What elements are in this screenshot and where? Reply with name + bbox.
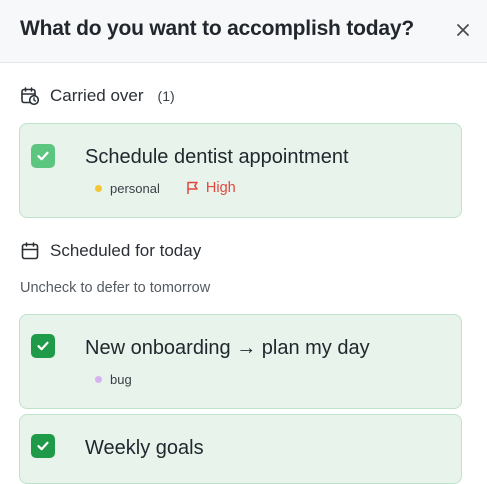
calendar-clock-icon bbox=[21, 87, 40, 106]
calendar-icon bbox=[21, 242, 39, 260]
checkmark-icon bbox=[37, 151, 49, 161]
section-count: (1) bbox=[157, 88, 175, 104]
task-card[interactable]: Schedule dentist appointment personal Hi… bbox=[19, 123, 462, 218]
tag-dot bbox=[95, 376, 102, 383]
task-card[interactable]: New onboarding → plan my day bug bbox=[19, 314, 462, 409]
task-checkbox[interactable] bbox=[31, 144, 55, 168]
task-checkbox[interactable] bbox=[31, 434, 55, 458]
section-label: Carried over bbox=[50, 86, 144, 105]
task-title: Schedule dentist appointment bbox=[85, 146, 349, 168]
defer-hint: Uncheck to defer to tomorrow bbox=[20, 280, 211, 296]
tag-personal: personal bbox=[95, 181, 160, 196]
close-icon bbox=[457, 24, 469, 36]
task-tags: bug bbox=[95, 372, 132, 387]
close-button[interactable] bbox=[455, 22, 471, 38]
task-title: New onboarding → plan my day bbox=[85, 337, 370, 359]
flag-icon bbox=[187, 181, 198, 194]
tag-label: personal bbox=[110, 180, 160, 196]
dialog-title: What do you want to accomplish today? bbox=[20, 17, 414, 40]
task-card[interactable]: Weekly goals bbox=[19, 414, 462, 484]
section-label: Scheduled for today bbox=[50, 241, 202, 260]
task-checkbox[interactable] bbox=[31, 334, 55, 358]
section-scheduled: Scheduled for today bbox=[20, 241, 201, 261]
task-tags: personal High bbox=[95, 180, 236, 196]
priority-badge: High bbox=[186, 180, 236, 196]
tag-label: bug bbox=[110, 372, 132, 387]
tag-bug: bug bbox=[95, 372, 132, 387]
tag-dot bbox=[95, 184, 102, 192]
dialog-header: What do you want to accomplish today? bbox=[0, 0, 487, 63]
task-title: Weekly goals bbox=[85, 437, 204, 459]
checkmark-icon bbox=[37, 441, 49, 451]
priority-label: High bbox=[205, 180, 236, 196]
section-carried-over: Carried over (1) bbox=[20, 86, 175, 106]
checkmark-icon bbox=[37, 341, 49, 351]
